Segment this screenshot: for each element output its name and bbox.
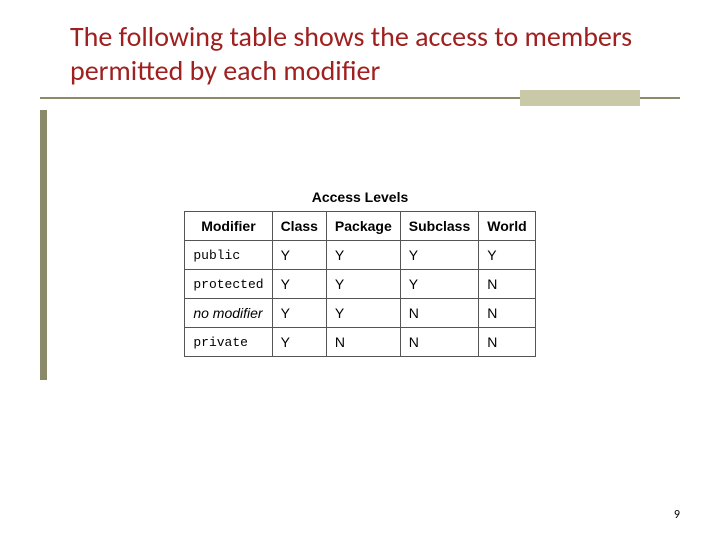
- cell-value: Y: [272, 241, 326, 270]
- page-number: 9: [674, 508, 680, 522]
- cell-modifier: no modifier: [185, 299, 272, 328]
- cell-value: Y: [326, 241, 400, 270]
- slide-title: The following table shows the access to …: [40, 20, 680, 87]
- table-body: publicYYYYprotectedYYYNno modifierYYNNpr…: [185, 241, 535, 357]
- cell-value: N: [326, 328, 400, 357]
- table-row: publicYYYY: [185, 241, 535, 270]
- cell-value: Y: [272, 328, 326, 357]
- left-accent-bar: [40, 110, 47, 380]
- cell-value: Y: [479, 241, 535, 270]
- underline-block: [520, 90, 640, 106]
- cell-value: N: [400, 299, 478, 328]
- table-caption: Access Levels: [312, 189, 409, 205]
- slide: The following table shows the access to …: [0, 0, 720, 540]
- header-world: World: [479, 212, 535, 241]
- cell-value: N: [479, 328, 535, 357]
- header-package: Package: [326, 212, 400, 241]
- content-area: Access Levels Modifier Class Package Sub…: [40, 189, 680, 357]
- cell-value: Y: [272, 299, 326, 328]
- table-row: protectedYYYN: [185, 270, 535, 299]
- header-modifier: Modifier: [185, 212, 272, 241]
- cell-value: Y: [400, 270, 478, 299]
- cell-value: N: [479, 270, 535, 299]
- header-subclass: Subclass: [400, 212, 478, 241]
- cell-value: N: [479, 299, 535, 328]
- table-row: privateYNNN: [185, 328, 535, 357]
- cell-value: Y: [326, 299, 400, 328]
- table-row: no modifierYYNN: [185, 299, 535, 328]
- header-class: Class: [272, 212, 326, 241]
- cell-modifier: private: [185, 328, 272, 357]
- access-levels-table: Modifier Class Package Subclass World pu…: [184, 211, 535, 357]
- table-header-row: Modifier Class Package Subclass World: [185, 212, 535, 241]
- cell-modifier: public: [185, 241, 272, 270]
- cell-value: Y: [326, 270, 400, 299]
- cell-value: N: [400, 328, 478, 357]
- cell-value: Y: [272, 270, 326, 299]
- cell-value: Y: [400, 241, 478, 270]
- title-underline: [40, 91, 680, 109]
- cell-modifier: protected: [185, 270, 272, 299]
